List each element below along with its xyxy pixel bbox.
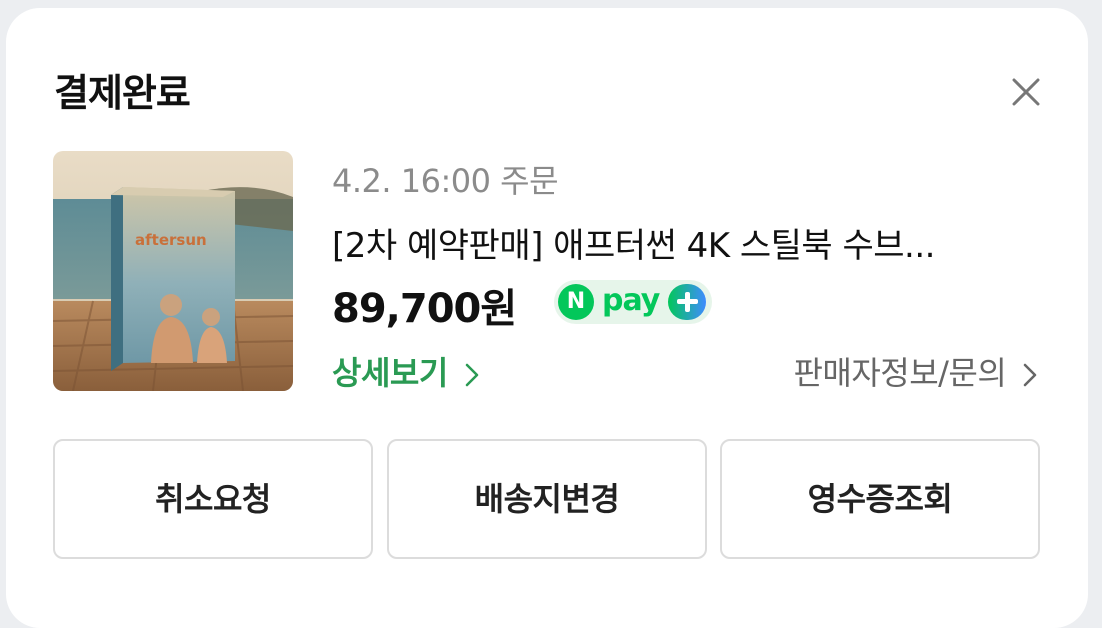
product-thumbnail[interactable]: aftersun xyxy=(53,151,293,391)
cancel-request-button[interactable]: 취소요청 xyxy=(53,439,373,559)
order-complete-card: 결제완료 aftersun 4.2. 16:00 주문 [2차 예약판매] 애프… xyxy=(6,8,1088,628)
order-price: 89,700원 xyxy=(332,286,517,332)
npay-label: pay xyxy=(602,283,660,318)
view-receipt-button[interactable]: 영수증조회 xyxy=(720,439,1040,559)
product-name[interactable]: [2차 예약판매] 애프터썬 4K 스틸북 수브... xyxy=(332,218,1022,267)
detail-link-label: 상세보기 xyxy=(332,354,448,392)
action-buttons: 취소요청 배송지변경 영수증조회 xyxy=(53,439,1041,559)
naver-n-icon: N xyxy=(558,284,594,320)
close-icon xyxy=(1012,78,1040,106)
npay-plus-badge: N pay xyxy=(554,280,712,324)
seller-info-label: 판매자정보/문의 xyxy=(793,354,1007,392)
order-date: 4.2. 16:00 주문 xyxy=(332,162,559,200)
thumbnail-title-text: aftersun xyxy=(135,231,207,249)
dialog-title: 결제완료 xyxy=(54,71,191,115)
chevron-right-icon xyxy=(1023,363,1037,387)
detail-link[interactable]: 상세보기 xyxy=(332,348,480,392)
chevron-right-icon xyxy=(466,363,479,387)
plus-icon xyxy=(668,284,706,320)
change-address-button[interactable]: 배송지변경 xyxy=(387,439,707,559)
seller-info-link[interactable]: 판매자정보/문의 xyxy=(793,348,1038,392)
close-button[interactable] xyxy=(1006,72,1046,112)
